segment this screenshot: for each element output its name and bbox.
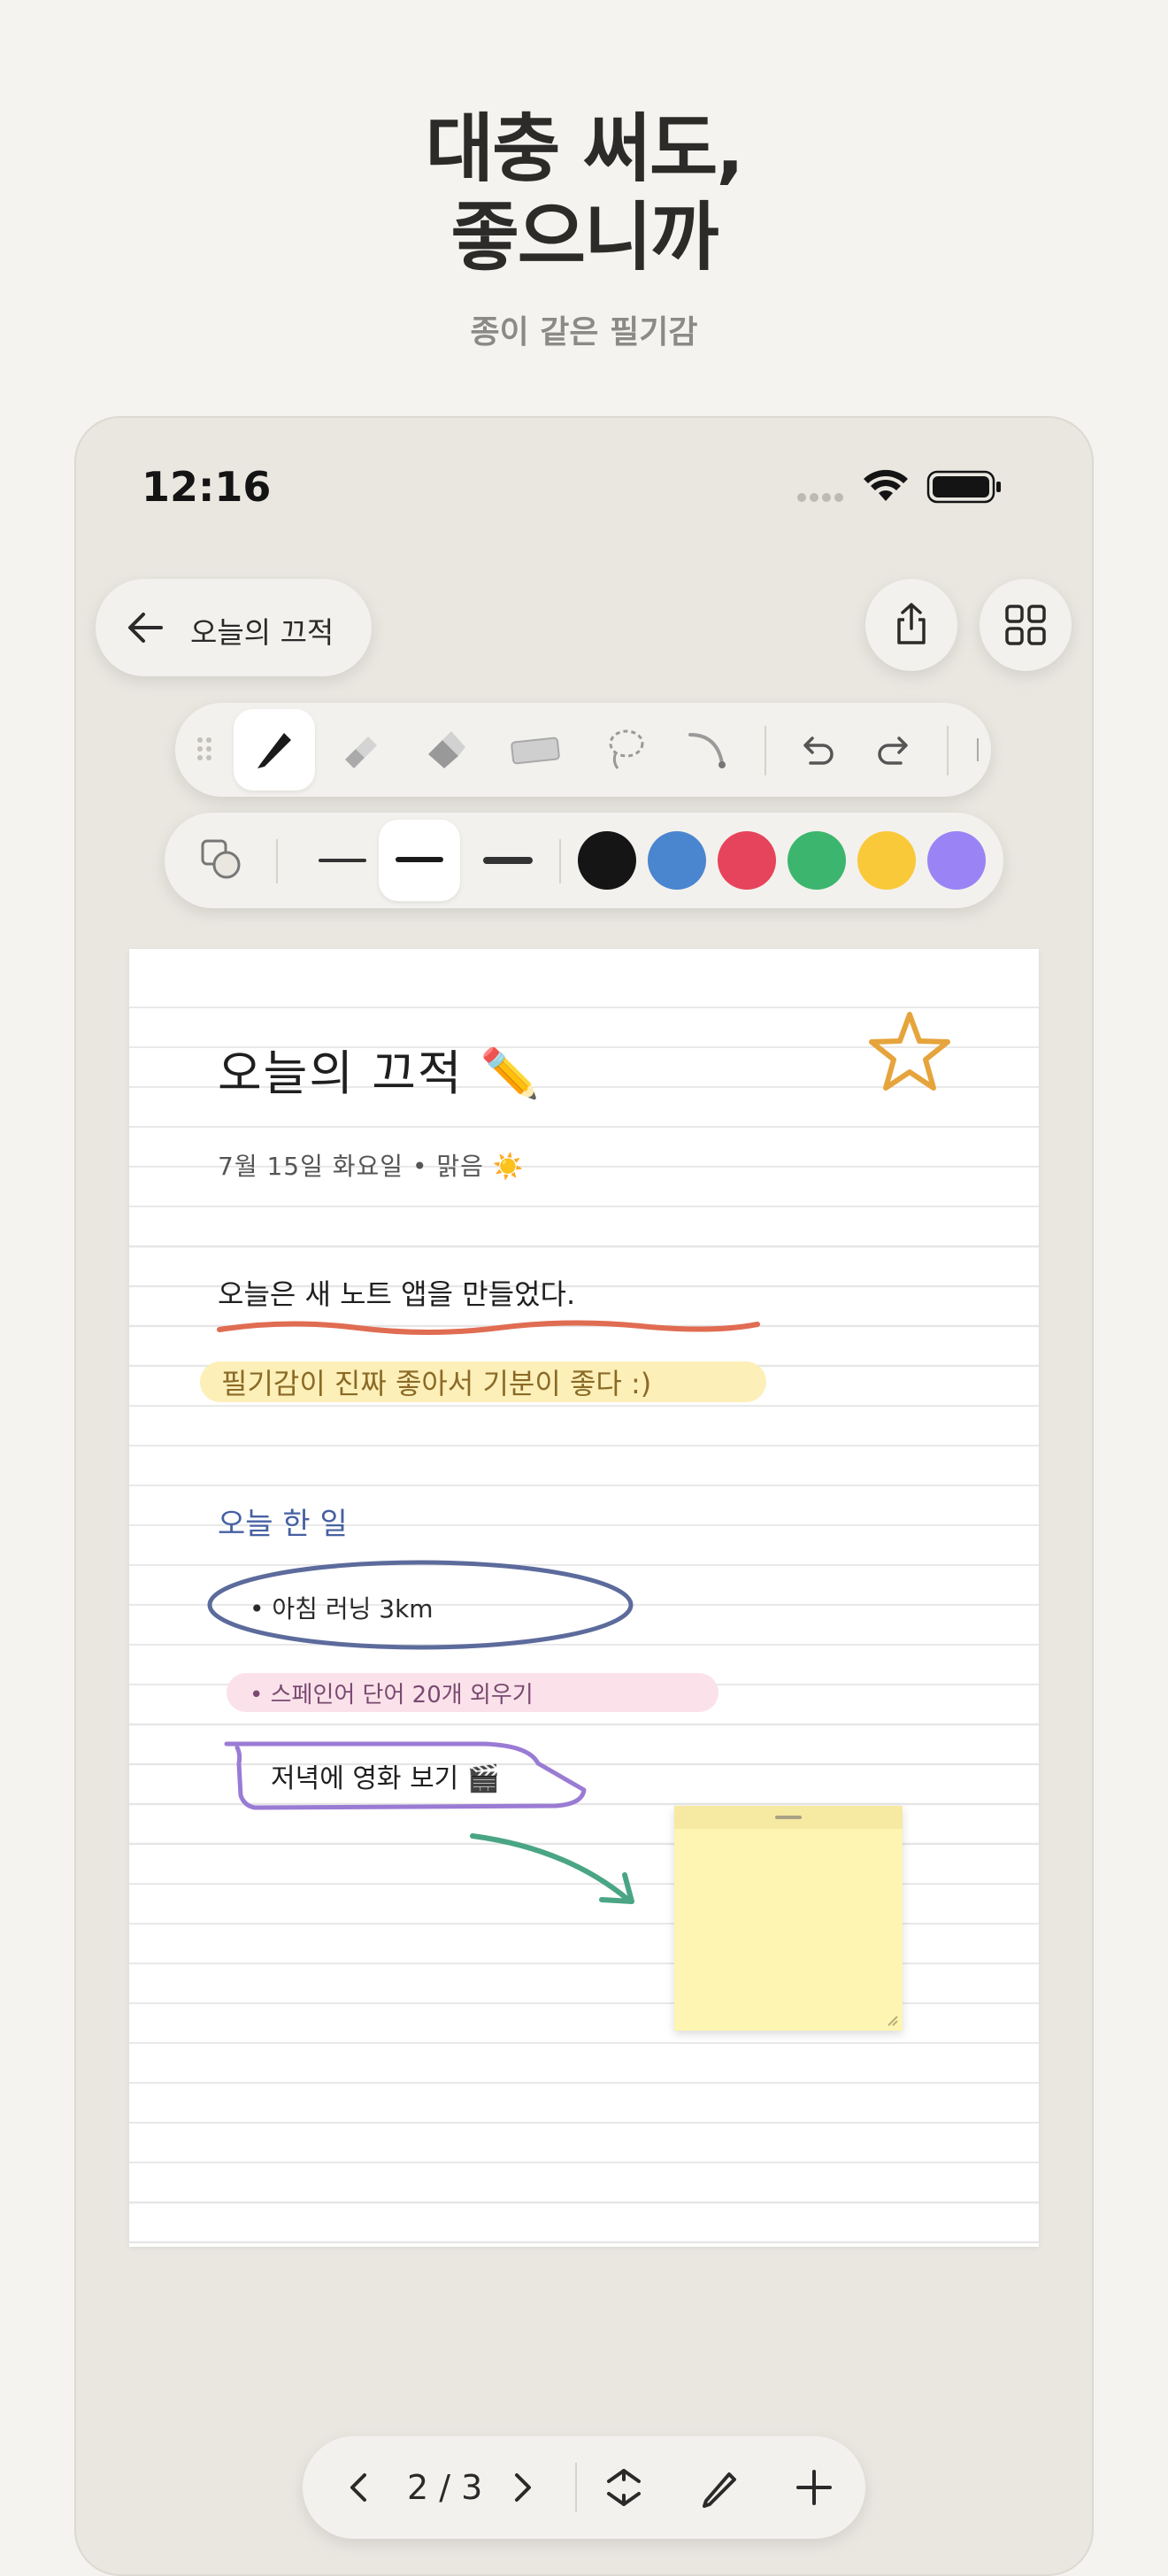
- share-icon: [897, 603, 926, 644]
- star-icon[interactable]: [867, 1009, 952, 1094]
- stroke-toolbar: [165, 813, 1003, 908]
- eraser-icon[interactable]: [423, 728, 467, 772]
- todo-item-1: • 아침 러닝 3km: [250, 1594, 434, 1623]
- width-medium-button[interactable]: [379, 820, 460, 901]
- note-line2: 필기감이 진짜 좋아서 기분이 좋다 :): [221, 1367, 652, 1400]
- chevron-right-icon[interactable]: [510, 2470, 536, 2505]
- pager-divider: [575, 2463, 577, 2512]
- pen-icon: [257, 733, 291, 768]
- hero-title: 대충 써도, 좋으니까: [0, 104, 1168, 282]
- chevron-left-icon[interactable]: [345, 2470, 372, 2505]
- note-date: 7월 15일 화요일 • 맑음 ☀️: [218, 1152, 525, 1181]
- toolbar-divider: [765, 726, 766, 775]
- width-thick-button[interactable]: [476, 843, 540, 878]
- color-swatch-red[interactable]: [718, 831, 776, 890]
- todo-item-3: 저녁에 영화 보기 🎬: [271, 1763, 501, 1794]
- sticky-note-header[interactable]: [674, 1806, 903, 1829]
- color-swatch-purple[interactable]: [927, 831, 986, 890]
- toolbar-divider-2: [947, 726, 949, 775]
- hero-title-line2: 좋으니까: [450, 194, 718, 281]
- status-time: 12:16: [142, 463, 272, 511]
- lasso-icon[interactable]: [603, 726, 648, 774]
- resize-handle-icon[interactable]: [887, 2015, 899, 2027]
- pencil-icon[interactable]: [699, 2467, 740, 2508]
- width-thin-button[interactable]: [310, 843, 373, 878]
- sticky-note[interactable]: [674, 1806, 903, 2031]
- arrow-annotation: [470, 1833, 634, 1904]
- undo-icon[interactable]: [798, 733, 837, 768]
- rotate-icon[interactable]: [602, 2465, 646, 2510]
- note-title: 오늘의 끄적 ✏️: [218, 1045, 542, 1101]
- todo-item-2: • 스페인어 단어 20개 외우기: [250, 1682, 534, 1708]
- plus-icon[interactable]: [795, 2468, 834, 2507]
- tool-toolbar: [175, 703, 991, 797]
- tape-icon[interactable]: [510, 733, 563, 768]
- stroke-divider-2: [559, 839, 561, 883]
- pager-bar: 2 / 3: [303, 2436, 865, 2539]
- shapes-icon[interactable]: [200, 838, 244, 883]
- grip-icon[interactable]: [196, 737, 214, 763]
- grid-button[interactable]: [980, 579, 1072, 671]
- share-button[interactable]: [865, 579, 957, 671]
- pen-tool-button[interactable]: [234, 709, 315, 791]
- color-swatch-green[interactable]: [788, 831, 846, 890]
- signal-dots-icon: [797, 493, 843, 502]
- sticky-note-grip: [775, 1816, 802, 1819]
- wifi-icon: [864, 469, 908, 501]
- color-swatch-yellow[interactable]: [857, 831, 916, 890]
- curve-tool-icon[interactable]: [687, 728, 731, 772]
- note-line1: 오늘은 새 노트 앱을 만들었다.: [218, 1277, 576, 1311]
- stroke-divider: [276, 839, 278, 883]
- highlighter-icon[interactable]: [338, 728, 382, 772]
- arrow-left-icon: [128, 613, 163, 643]
- grid-icon: [1005, 605, 1046, 645]
- battery-icon: [926, 470, 1001, 504]
- back-button[interactable]: 오늘의 끄적: [96, 579, 372, 676]
- redo-icon[interactable]: [874, 733, 913, 768]
- hero-title-line1: 대충 써도,: [425, 105, 744, 192]
- toolbar-scroll-edge: [977, 738, 979, 761]
- color-swatch-black[interactable]: [578, 831, 636, 890]
- color-swatch-blue[interactable]: [648, 831, 706, 890]
- page-indicator: 2 / 3: [407, 2468, 483, 2507]
- wavy-underline: [217, 1320, 760, 1335]
- todo-title: 오늘 한 일: [218, 1507, 348, 1542]
- hero-subtitle: 종이 같은 필기감: [470, 314, 698, 351]
- back-label: 오늘의 끄적: [190, 615, 334, 650]
